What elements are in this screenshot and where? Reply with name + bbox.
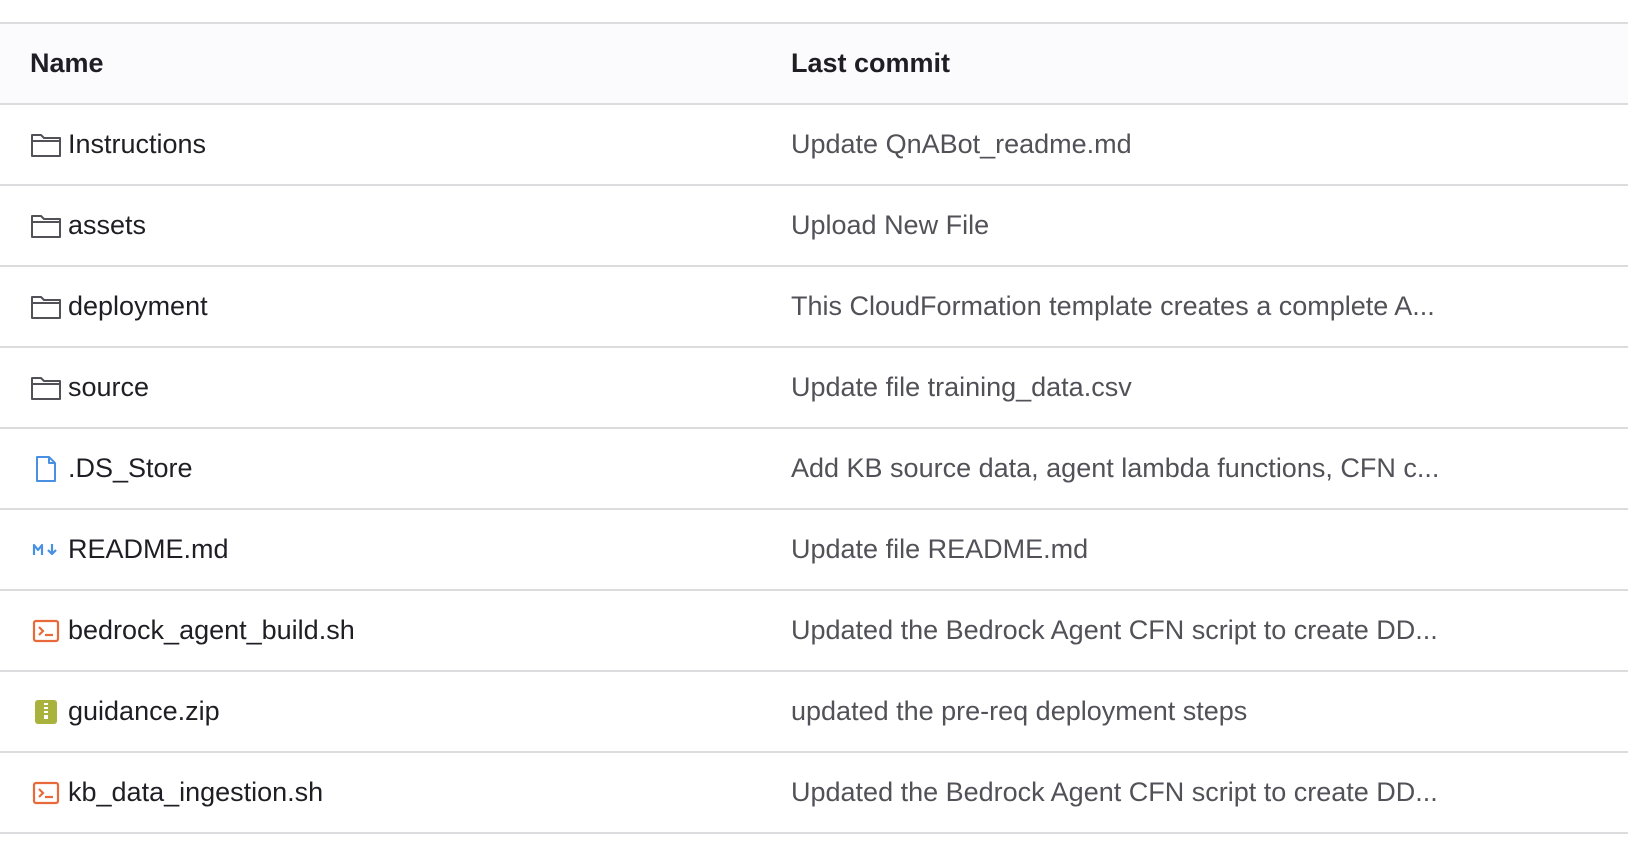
column-header-last-commit: Last commit: [791, 48, 951, 78]
commit-link[interactable]: Update QnABot_readme.md: [791, 129, 1132, 160]
file-link-assets[interactable]: assets: [68, 210, 146, 241]
file-link-guidance-zip[interactable]: guidance.zip: [68, 696, 220, 727]
file-link-kb-data-ingestion[interactable]: kb_data_ingestion.sh: [68, 777, 323, 808]
commit-link[interactable]: Updated the Bedrock Agent CFN script to …: [791, 615, 1438, 646]
file-name-cell: bedrock_agent_build.sh: [30, 591, 355, 670]
file-link-ds-store[interactable]: .DS_Store: [68, 453, 193, 484]
commit-link[interactable]: Updated the Bedrock Agent CFN script to …: [791, 777, 1438, 808]
file-link-readme[interactable]: README.md: [68, 534, 229, 565]
terminal-icon: [30, 777, 62, 809]
commit-link[interactable]: updated the pre-req deployment steps: [791, 696, 1247, 727]
table-row: source Update file training_data.csv: [0, 348, 1628, 429]
archive-icon: [30, 696, 62, 728]
commit-message-cell: updated the pre-req deployment steps: [791, 672, 1491, 751]
table-row: Instructions Update QnABot_readme.md: [0, 105, 1628, 186]
file-name-cell: .DS_Store: [30, 429, 193, 508]
file-name-cell: deployment: [30, 267, 208, 346]
file-link-deployment[interactable]: deployment: [68, 291, 208, 322]
file-link-bedrock-agent-build[interactable]: bedrock_agent_build.sh: [68, 615, 355, 646]
table-row: bedrock_agent_build.sh Updated the Bedro…: [0, 591, 1628, 672]
file-name-cell: assets: [30, 186, 146, 265]
folder-icon: [30, 129, 62, 161]
commit-link[interactable]: Update file training_data.csv: [791, 372, 1132, 403]
file-link-source[interactable]: source: [68, 372, 149, 403]
folder-icon: [30, 210, 62, 242]
commit-message-cell: Update QnABot_readme.md: [791, 105, 1491, 184]
commit-message-cell: Upload New File: [791, 186, 1491, 265]
commit-link[interactable]: This CloudFormation template creates a c…: [791, 291, 1435, 322]
commit-message-cell: Updated the Bedrock Agent CFN script to …: [791, 753, 1491, 832]
file-name-cell: source: [30, 348, 149, 427]
commit-link[interactable]: Update file README.md: [791, 534, 1088, 565]
commit-message-cell: Update file README.md: [791, 510, 1491, 589]
commit-message-cell: This CloudFormation template creates a c…: [791, 267, 1491, 346]
file-name-cell: guidance.zip: [30, 672, 220, 751]
table-row: guidance.zip updated the pre-req deploym…: [0, 672, 1628, 753]
table-row: kb_data_ingestion.sh Updated the Bedrock…: [0, 753, 1628, 834]
file-name-cell: README.md: [30, 510, 229, 589]
file-icon: [30, 453, 62, 485]
commit-link[interactable]: Upload New File: [791, 210, 989, 241]
table-header: Name Last commit: [0, 24, 1628, 105]
table-row: .DS_Store Add KB source data, agent lamb…: [0, 429, 1628, 510]
commit-link[interactable]: Add KB source data, agent lambda functio…: [791, 453, 1439, 484]
commit-message-cell: Add KB source data, agent lambda functio…: [791, 429, 1491, 508]
file-name-cell: kb_data_ingestion.sh: [30, 753, 323, 832]
commit-message-cell: Update file training_data.csv: [791, 348, 1491, 427]
file-link-instructions[interactable]: Instructions: [68, 129, 206, 160]
table-row: assets Upload New File: [0, 186, 1628, 267]
markdown-icon: [30, 534, 62, 566]
folder-icon: [30, 372, 62, 404]
table-row: deployment This CloudFormation template …: [0, 267, 1628, 348]
commit-message-cell: Updated the Bedrock Agent CFN script to …: [791, 591, 1491, 670]
file-name-cell: Instructions: [30, 105, 206, 184]
folder-icon: [30, 291, 62, 323]
terminal-icon: [30, 615, 62, 647]
table-row: README.md Update file README.md: [0, 510, 1628, 591]
file-table: Name Last commit Instructions Update QnA…: [0, 22, 1628, 834]
column-header-name: Name: [30, 48, 104, 78]
